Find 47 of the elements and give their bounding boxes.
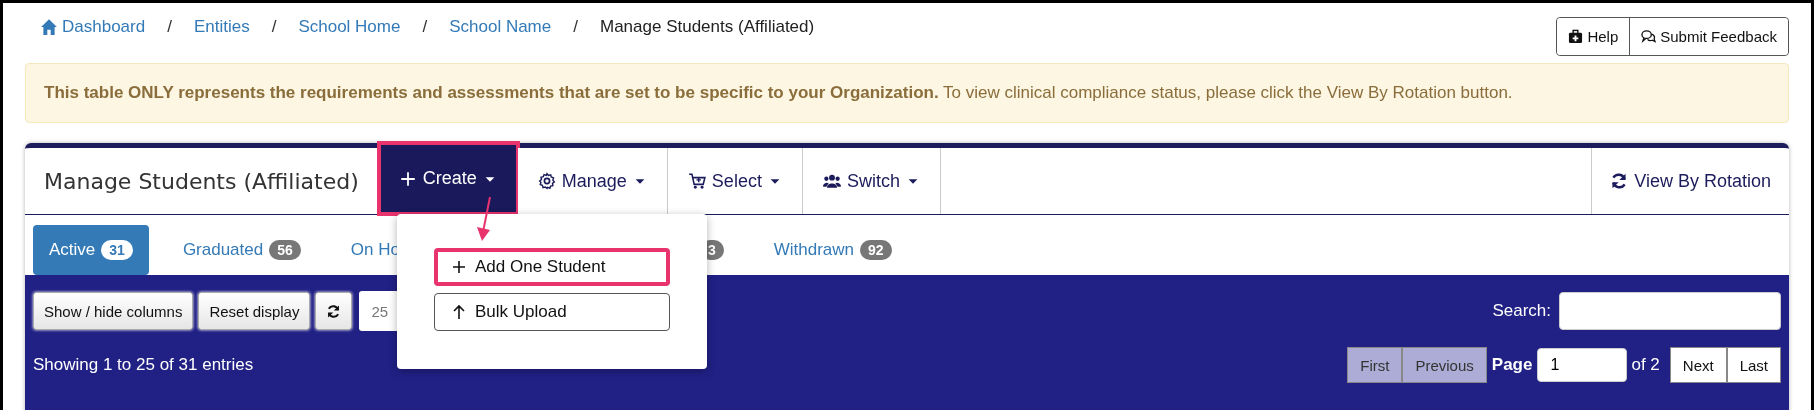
gear-icon xyxy=(537,172,556,190)
breadcrumb-separator: / xyxy=(167,17,172,37)
status-tab[interactable]: Withdrawn 92 xyxy=(757,225,908,275)
breadcrumb-separator: / xyxy=(422,17,428,37)
users-icon xyxy=(822,172,841,190)
breadcrumb-link[interactable]: Entities xyxy=(193,17,250,37)
table-button[interactable]: Reset display xyxy=(198,292,311,330)
arrow-up-icon xyxy=(451,304,467,320)
breadcrumb-current: Manage Students (Affiliated) xyxy=(600,17,815,37)
breadcrumb-separator: / xyxy=(271,17,277,37)
comments-icon xyxy=(1641,29,1657,44)
pagination-button[interactable]: Last xyxy=(1726,347,1781,383)
view-by-rotation-button[interactable]: View By Rotation xyxy=(1591,148,1789,214)
breadcrumb-link[interactable]: School Home xyxy=(298,17,401,37)
refresh-icon xyxy=(326,303,342,319)
table-button[interactable]: Show / hide columns xyxy=(33,292,194,330)
page-number-field[interactable]: 1 xyxy=(1537,348,1628,382)
pagination-button[interactable]: Next xyxy=(1669,347,1727,383)
status-tab[interactable]: Graduated 56 xyxy=(166,225,317,275)
menu-button[interactable]: Create xyxy=(378,143,518,214)
page-label: Page xyxy=(1491,355,1533,375)
menu-button[interactable]: Select xyxy=(667,148,803,214)
medkit-icon xyxy=(1568,29,1584,44)
breadcrumb-separator: / xyxy=(573,17,578,37)
header-button[interactable]: Submit Feedback xyxy=(1629,18,1788,55)
refresh-icon xyxy=(1610,172,1629,190)
search-label: Search: xyxy=(1492,301,1551,321)
refresh-button[interactable] xyxy=(315,292,353,330)
menu-button[interactable]: Manage xyxy=(517,148,668,214)
breadcrumb-link[interactable]: Dashboard xyxy=(40,17,146,37)
home-icon xyxy=(40,18,58,36)
menu-button[interactable]: Switch xyxy=(802,148,941,214)
breadcrumb-link[interactable]: School Name xyxy=(449,17,552,37)
plus-icon xyxy=(451,259,467,275)
dropdown-item[interactable]: Add One Student xyxy=(434,248,670,286)
status-tab[interactable]: Active 31 xyxy=(33,225,149,275)
plus-icon xyxy=(398,169,417,188)
card-title: Manage Students (Affiliated) xyxy=(43,167,360,196)
count-badge: 31 xyxy=(101,240,133,260)
count-badge: 92 xyxy=(860,240,892,260)
search-field[interactable] xyxy=(1559,292,1781,330)
count-badge: 56 xyxy=(269,240,301,260)
page-count: of 2 xyxy=(1631,355,1660,375)
cart-icon xyxy=(687,172,706,190)
entries-info: Showing 1 to 25 of 31 entries xyxy=(33,355,254,375)
alert-message: This table ONLY represents the requirements and assessments that are set to be specific to your Organization. To view clinical compliance status, please click the View By Rotation button. xyxy=(25,63,1789,123)
dropdown-item[interactable]: Bulk Upload xyxy=(434,293,670,331)
